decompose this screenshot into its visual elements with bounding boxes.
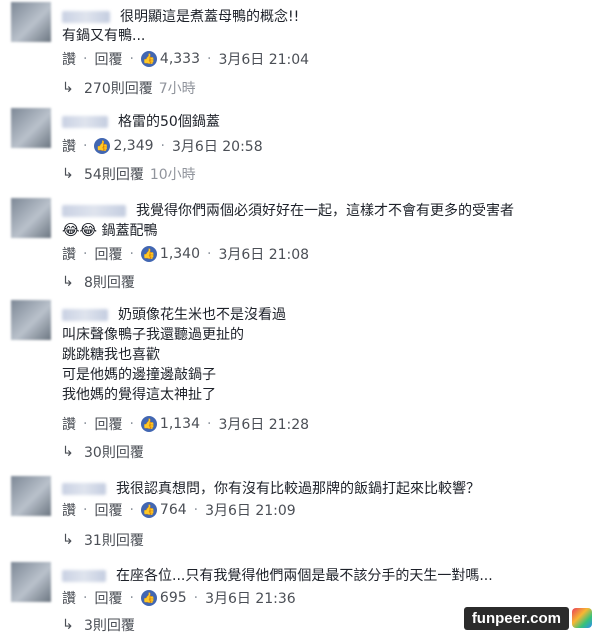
view-replies-link[interactable]: ↳ 54則回覆 10小時: [62, 164, 196, 184]
comment-text-line-1: 格雷的50個鍋蓋: [62, 113, 220, 131]
avatar[interactable]: [11, 2, 51, 42]
comment-text-line-5: 我他媽的覺得這太神扯了: [62, 387, 216, 403]
reply-button[interactable]: 回覆: [94, 588, 122, 608]
avatar[interactable]: [11, 476, 51, 516]
like-count[interactable]: 695: [160, 590, 187, 606]
commenter-name-blurred[interactable]: [62, 116, 108, 128]
thumbs-up-icon: 👍: [140, 246, 157, 262]
commenter-name-blurred[interactable]: [62, 309, 108, 321]
reply-arrow-icon: ↳: [62, 166, 74, 182]
laughing-emoji: 😂😂: [62, 221, 98, 239]
comment-timestamp[interactable]: 3月6日 21:04: [218, 49, 309, 69]
like-button[interactable]: 讚: [62, 588, 76, 608]
replies-count[interactable]: 31則回覆: [84, 530, 144, 550]
like-count[interactable]: 2,349: [113, 138, 153, 154]
view-replies-link[interactable]: ↳ 3則回覆: [62, 615, 135, 635]
comment-timestamp[interactable]: 3月6日 21:09: [205, 500, 296, 520]
comment-actions: 讚 · 回覆 · 👍 1,340 · 3月6日 21:08: [62, 244, 310, 264]
thumbs-up-icon: 👍: [140, 502, 157, 518]
comment-actions: 讚 · 回覆 · 👍 1,134 · 3月6日 21:28: [62, 414, 310, 434]
view-replies-link[interactable]: ↳ 30則回覆: [62, 442, 144, 462]
avatar[interactable]: [11, 300, 51, 340]
thumbs-up-icon: 👍: [140, 51, 157, 67]
view-replies-link[interactable]: ↳ 8則回覆: [62, 272, 135, 292]
comment-timestamp[interactable]: 3月6日 21:36: [205, 588, 296, 608]
replies-count[interactable]: 3則回覆: [84, 615, 135, 635]
reply-arrow-icon: ↳: [62, 274, 74, 290]
comment-text-line-2: 叫床聲像鴨子我還聽過更扯的: [62, 327, 244, 343]
reply-arrow-icon: ↳: [62, 617, 74, 633]
comment-actions: 讚 · 回覆 · 👍 695 · 3月6日 21:36: [62, 588, 296, 608]
reply-button[interactable]: 回覆: [94, 500, 122, 520]
comment-text-line-1: 我覺得你們兩個必須好好在一起，這樣才不會有更多的受害者: [62, 202, 514, 220]
like-count[interactable]: 1,340: [160, 246, 200, 262]
replies-time: 10小時: [149, 167, 196, 183]
replies-count[interactable]: 54則回覆: [84, 164, 144, 184]
like-button[interactable]: 讚: [62, 244, 76, 264]
reply-button[interactable]: 回覆: [94, 414, 122, 434]
commenter-name-blurred[interactable]: [62, 205, 126, 217]
like-count[interactable]: 1,134: [160, 416, 200, 432]
reply-arrow-icon: ↳: [62, 532, 74, 548]
funpeer-logo-icon: [572, 608, 592, 628]
like-button[interactable]: 讚: [62, 49, 76, 69]
thumbs-up-icon: 👍: [140, 416, 157, 432]
reply-arrow-icon: ↳: [62, 444, 74, 460]
comment-text-line-1: 在座各位...只有我覺得他們兩個是最不該分手的天生一對嗎...: [62, 567, 493, 585]
comment-actions: 讚 · 回覆 · 👍 764 · 3月6日 21:09: [62, 500, 296, 520]
thumbs-up-icon: 👍: [94, 138, 111, 154]
comment-text-line-2: 😂😂 鍋蓋配鴨: [62, 221, 158, 239]
comment-text-line-1: 我很認真想問，你有沒有比較過那牌的飯鍋打起來比較響？: [62, 480, 480, 498]
comment-text-line-4: 可是他媽的邊撞邊敲鍋子: [62, 367, 216, 383]
like-button[interactable]: 讚: [62, 500, 76, 520]
comment-timestamp[interactable]: 3月6日 21:28: [218, 414, 309, 434]
like-button[interactable]: 讚: [62, 414, 76, 434]
comment-timestamp[interactable]: 3月6日 21:08: [218, 244, 309, 264]
thumbs-up-icon: 👍: [140, 590, 157, 606]
like-count[interactable]: 4,333: [160, 51, 200, 67]
reply-button[interactable]: 回覆: [94, 49, 122, 69]
comment-actions: 讚 · 👍 2,349 · 3月6日 20:58: [62, 136, 263, 156]
watermark: funpeer.com: [463, 605, 592, 631]
reply-button[interactable]: 回覆: [94, 244, 122, 264]
commenter-name-blurred[interactable]: [62, 570, 106, 582]
comment-text-line-1: 很明顯這是煮蓋母鴨的概念!!: [62, 8, 299, 26]
comment-actions: 讚 · 回覆 · 👍 4,333 · 3月6日 21:04: [62, 49, 310, 69]
replies-time: 7小時: [158, 81, 196, 97]
replies-count[interactable]: 270則回覆: [84, 78, 153, 98]
avatar[interactable]: [11, 108, 51, 148]
like-count[interactable]: 764: [160, 502, 187, 518]
view-replies-link[interactable]: ↳ 270則回覆 7小時: [62, 78, 196, 98]
comment-timestamp[interactable]: 3月6日 20:58: [172, 136, 263, 156]
comment-text-line-1: 奶頭像花生米也不是沒看過: [62, 306, 286, 324]
avatar[interactable]: [11, 198, 51, 238]
like-button[interactable]: 讚: [62, 136, 76, 156]
commenter-name-blurred[interactable]: [62, 483, 106, 495]
replies-count[interactable]: 8則回覆: [84, 272, 135, 292]
view-replies-link[interactable]: ↳ 31則回覆: [62, 530, 144, 550]
comment-text-line-2: 有鍋又有鴨...: [62, 28, 146, 44]
replies-count[interactable]: 30則回覆: [84, 442, 144, 462]
commenter-name-blurred[interactable]: [62, 11, 110, 23]
watermark-text: funpeer.com: [463, 606, 569, 630]
reply-arrow-icon: ↳: [62, 80, 74, 96]
comment-text-line-3: 跳跳糖我也喜歡: [62, 347, 160, 363]
avatar[interactable]: [11, 562, 51, 602]
